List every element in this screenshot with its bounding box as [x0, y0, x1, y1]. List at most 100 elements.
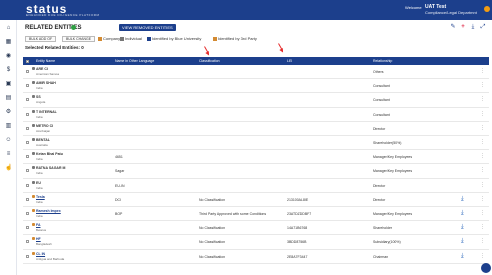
- table-row[interactable]: Ramesh Impex India BOP Third Party Approved…: [23, 207, 489, 222]
- more-options-icon[interactable]: ⋮: [480, 167, 485, 173]
- classification: Third Party Approved with some Condition…: [199, 212, 267, 216]
- lei-code: 2E8A7F3447: [287, 254, 308, 259]
- table-row[interactable]: BENTAL Australia Shareholder(50%) ⋮: [23, 136, 489, 151]
- book-icon[interactable]: ▤: [5, 95, 12, 102]
- classification: No Classification: [199, 197, 226, 202]
- entity-type-icon: [32, 67, 35, 70]
- row-checkbox[interactable]: [26, 254, 29, 258]
- more-options-icon[interactable]: ⋮: [480, 182, 485, 188]
- download-icon[interactable]: ⤓: [470, 24, 476, 30]
- download-icon[interactable]: ⤓: [461, 196, 464, 202]
- download-icon[interactable]: ⤓: [461, 224, 464, 230]
- relationship: Subsidiary(100%): [373, 240, 401, 245]
- entity-name[interactable]: Tesla: [36, 195, 45, 199]
- more-options-icon[interactable]: ⋮: [480, 210, 485, 216]
- entity-name[interactable]: FA: [36, 223, 40, 227]
- row-checkbox[interactable]: [26, 126, 29, 130]
- entity-country: American Samoa: [36, 72, 60, 76]
- entity-type-icon: [32, 138, 35, 141]
- more-options-icon[interactable]: ⋮: [480, 153, 485, 159]
- download-icon[interactable]: ⤓: [461, 238, 464, 244]
- list-icon[interactable]: ≡: [5, 151, 12, 158]
- column-relationship[interactable]: Relationship: [373, 57, 392, 65]
- hand-icon[interactable]: ☝: [5, 165, 12, 172]
- table-row[interactable]: EU India EU-IN Director ⋮: [23, 179, 489, 193]
- entity-country: Angola: [36, 100, 46, 105]
- row-checkbox[interactable]: [26, 226, 29, 230]
- row-checkbox[interactable]: [26, 84, 29, 88]
- more-options-icon[interactable]: ⋮: [480, 82, 485, 88]
- clipboard-icon[interactable]: ▣: [5, 81, 12, 88]
- entity-name[interactable]: Ramesh Impex: [36, 209, 61, 213]
- more-options-icon[interactable]: ⋮: [480, 125, 485, 131]
- more-options-icon[interactable]: ⋮: [480, 111, 485, 117]
- lei-code: 213100AL8IE: [287, 197, 309, 202]
- relationship: Manager/Key Employees: [373, 155, 413, 160]
- more-options-icon[interactable]: ⋮: [480, 253, 485, 259]
- table-row[interactable]: T INTERNAL India Consultant ⋮: [23, 108, 489, 122]
- table-row[interactable]: HF Bangladesh No Classification 3BDD8756B Su…: [23, 235, 489, 250]
- column-classification[interactable]: Classification: [199, 57, 220, 65]
- table-row[interactable]: METRO CI Azerbaijan Director ⋮: [23, 122, 489, 136]
- download-icon[interactable]: ⤓: [461, 210, 464, 216]
- table-row[interactable]: FA Belarus No Classification 14A71B6768 Shar…: [23, 221, 489, 236]
- chart-icon[interactable]: ▥: [5, 123, 12, 130]
- lei-code: 14A71B6768: [287, 226, 308, 231]
- row-checkbox[interactable]: [26, 183, 29, 187]
- more-options-icon[interactable]: ⋮: [480, 96, 485, 102]
- sidebar: ⌂ ▦ ◉ $ ▣ ▤ ⚙ ▥ ☺ ≡ ☝: [0, 20, 17, 275]
- column-lei[interactable]: LEI: [287, 57, 292, 65]
- table-header: Entity Name Name in Other Language Class…: [23, 57, 489, 65]
- table-row[interactable]: Tesla India DCI No Classification 213100AL8I…: [23, 193, 489, 207]
- relationship: Manager/Key Employees: [373, 169, 413, 174]
- avatar[interactable]: [484, 6, 490, 12]
- more-options-icon[interactable]: ⋮: [480, 139, 485, 145]
- table-row[interactable]: SS Angola Consultant ⋮: [23, 93, 489, 108]
- more-options-icon[interactable]: ⋮: [480, 238, 485, 244]
- row-checkbox[interactable]: [26, 155, 29, 159]
- row-checkbox[interactable]: [26, 169, 29, 173]
- entity-name[interactable]: HF: [36, 237, 41, 241]
- entity-name[interactable]: CL IN: [36, 252, 45, 256]
- add-icon[interactable]: +: [460, 24, 466, 30]
- other-language-name: BOP: [115, 212, 123, 216]
- top-bar: status ENHANCED DUE DILIGENCE PLATFORM W…: [0, 0, 492, 20]
- row-checkbox[interactable]: [26, 141, 29, 144]
- row-checkbox[interactable]: [26, 240, 29, 244]
- table-row[interactable]: CL IN Antigua and Barbuda No Classificatio…: [23, 250, 489, 264]
- row-checkbox[interactable]: [26, 112, 29, 116]
- entity-type-icon: [32, 237, 35, 241]
- relationship: Consultant: [373, 112, 390, 117]
- settings-icon[interactable]: ⚙: [5, 109, 12, 116]
- table-row[interactable]: AMIR SHAH India Consultant ⋮: [23, 79, 489, 94]
- more-options-icon[interactable]: ⋮: [480, 224, 485, 230]
- table-row[interactable]: Ketan Bhai Patu India 4651 Manager/Key Empl…: [23, 150, 489, 165]
- eye-icon[interactable]: ◉: [5, 53, 12, 60]
- bulk-change-button[interactable]: BULK CHANGE: [62, 36, 96, 42]
- welcome-text: Welcome: [405, 5, 422, 10]
- table-row[interactable]: ARE CI American Samoa Others ⋮: [23, 65, 489, 80]
- row-checkbox[interactable]: [26, 212, 29, 215]
- grid-icon[interactable]: ▦: [5, 39, 12, 46]
- expand-icon[interactable]: ⤢: [480, 24, 486, 30]
- entity-type-icon: [32, 109, 35, 113]
- row-checkbox[interactable]: [26, 197, 29, 201]
- legend-third-party: Identified by 3rd Party: [213, 36, 257, 42]
- bulk-add-button[interactable]: BULK ADD OF: [25, 36, 57, 42]
- row-checkbox[interactable]: [26, 70, 29, 73]
- chat-button[interactable]: [481, 263, 491, 273]
- select-all-checkbox[interactable]: [26, 59, 29, 63]
- table-row[interactable]: RATNA SAGAR M India Sagar Manager/Key Emplo…: [23, 164, 489, 179]
- more-options-icon[interactable]: ⋮: [480, 196, 485, 202]
- column-other-language[interactable]: Name in Other Language: [115, 57, 154, 65]
- column-entity-name[interactable]: Entity Name: [36, 57, 55, 65]
- home-icon[interactable]: ⌂: [5, 25, 12, 32]
- row-checkbox[interactable]: [26, 98, 29, 102]
- download-icon[interactable]: ⤓: [461, 253, 464, 259]
- check-circle-icon: [71, 25, 76, 30]
- edit-icon[interactable]: ✎: [450, 24, 456, 30]
- more-options-icon[interactable]: ⋮: [480, 68, 485, 74]
- dollar-icon[interactable]: $: [5, 67, 12, 74]
- view-removed-entities-button[interactable]: VIEW REMOVED ENTITIES: [119, 24, 176, 31]
- user-gear-icon[interactable]: ☺: [5, 137, 12, 144]
